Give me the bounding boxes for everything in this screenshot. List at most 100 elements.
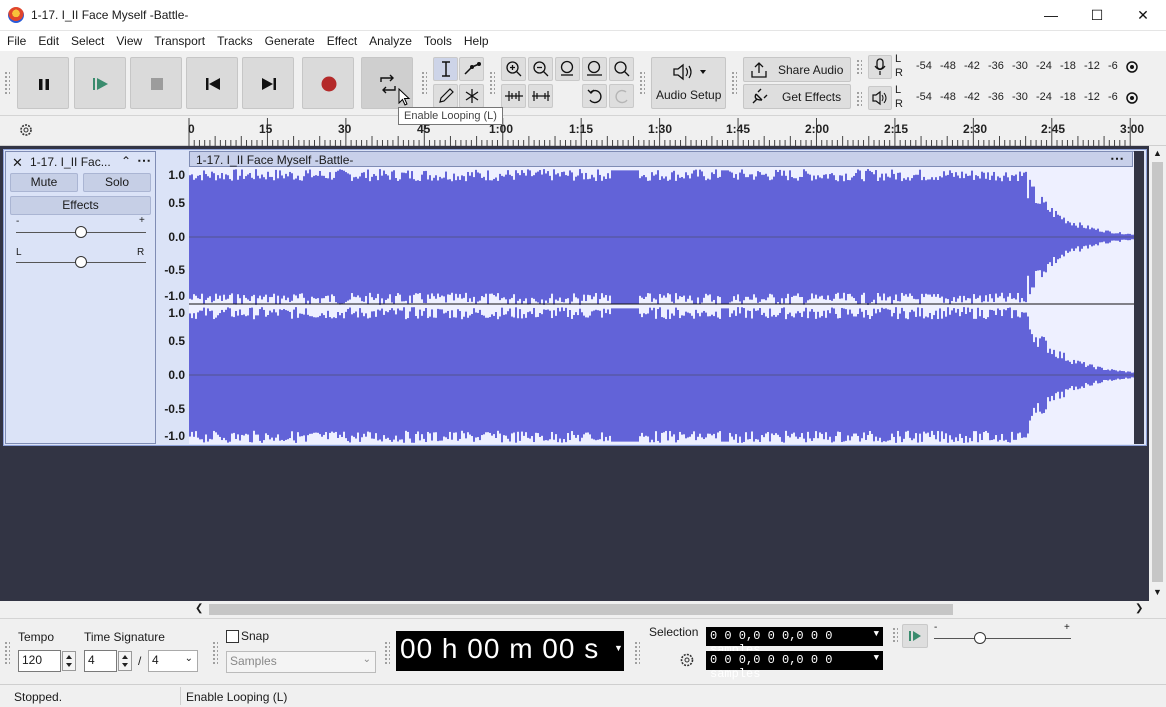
menu-select[interactable]: Select <box>64 31 109 48</box>
time-grip[interactable] <box>384 641 390 665</box>
selection-end-field[interactable]: 0 0 0,0 0 0,0 0 0 samples ▼ <box>706 651 883 681</box>
selection-tool-button[interactable] <box>433 57 458 81</box>
fit-project-button[interactable] <box>582 57 607 81</box>
speed-slider-track[interactable] <box>934 638 1071 639</box>
skip-to-start-button[interactable] <box>186 57 238 109</box>
timeline-settings-icon[interactable] <box>18 122 34 138</box>
tools-grip[interactable] <box>421 71 427 95</box>
time-format-menu-icon[interactable]: ▼ <box>614 643 623 653</box>
undo-button[interactable] <box>582 84 607 108</box>
play-button[interactable] <box>74 57 126 109</box>
gain-slider-thumb[interactable] <box>75 226 87 238</box>
menu-help[interactable]: Help <box>457 31 494 48</box>
playback-meter-button[interactable] <box>868 86 892 110</box>
selection-grip[interactable] <box>634 641 640 665</box>
menu-file[interactable]: File <box>0 31 31 48</box>
audio-setup-button[interactable]: Audio Setup <box>651 57 726 109</box>
track-menu-icon[interactable]: ⋯ <box>137 152 151 169</box>
record-meter-button[interactable] <box>868 55 892 79</box>
scroll-left-icon[interactable]: ❮ <box>195 603 203 614</box>
zoom-in-button[interactable] <box>501 57 526 81</box>
redo-button[interactable] <box>609 84 634 108</box>
play-speed-grip[interactable] <box>892 627 898 643</box>
trim-audio-button[interactable] <box>501 84 526 108</box>
draw-tool-button[interactable] <box>433 84 458 108</box>
record-button[interactable] <box>302 57 354 109</box>
play-meter-grip[interactable] <box>856 91 862 107</box>
menu-effect[interactable]: Effect <box>320 31 362 48</box>
tempo-input[interactable]: 120 <box>18 650 61 672</box>
menu-tools[interactable]: Tools <box>417 31 457 48</box>
playback-meter[interactable]: -54 -48 -42 -36 -30 -24 -18 -12 -6 <box>904 86 1122 110</box>
share-grip[interactable] <box>731 71 737 95</box>
time-display[interactable]: 00 h 00 m 00 s <box>396 631 624 671</box>
stop-button[interactable] <box>130 57 182 109</box>
pan-slider-thumb[interactable] <box>75 256 87 268</box>
scroll-down-icon[interactable]: ▼ <box>1153 587 1162 597</box>
zoom-toggle-button[interactable] <box>609 57 634 81</box>
fit-selection-button[interactable] <box>555 57 580 81</box>
horizontal-scroll-thumb[interactable] <box>209 604 953 615</box>
track-name[interactable]: 1-17. I_II Fac... <box>30 155 111 169</box>
pause-button[interactable] <box>17 57 69 109</box>
scroll-up-icon[interactable]: ▲ <box>1153 148 1162 158</box>
maximize-icon[interactable]: ☐ <box>1074 0 1120 31</box>
speed-slider-thumb[interactable] <box>974 632 986 644</box>
selection-format-icon[interactable]: ▼ <box>874 653 879 663</box>
snap-unit-select[interactable]: Samples ⌄ <box>226 651 376 673</box>
menu-view[interactable]: View <box>109 31 147 48</box>
get-effects-button[interactable]: Get Effects <box>743 84 851 109</box>
numerator-stepper[interactable] <box>118 651 132 671</box>
menu-transport[interactable]: Transport <box>147 31 210 48</box>
selection-start-field[interactable]: 0 0 0,0 0 0,0 0 0 samples ▼ <box>706 627 883 657</box>
menu-edit[interactable]: Edit <box>31 31 64 48</box>
effects-button[interactable]: Effects <box>10 196 151 215</box>
meter-tick: -24 <box>1036 60 1052 72</box>
recording-meter[interactable]: -54 -48 -42 -36 -30 -24 -18 -12 -6 <box>904 55 1122 79</box>
selection-format-icon[interactable]: ▼ <box>874 629 879 639</box>
snap-unit-value: Samples <box>230 654 277 668</box>
vertical-scrollbar[interactable]: ▲ ▼ <box>1149 146 1166 601</box>
menu-analyze[interactable]: Analyze <box>362 31 417 48</box>
solo-button[interactable]: Solo <box>83 173 151 192</box>
zoom-out-button[interactable] <box>528 57 553 81</box>
multi-tool-button[interactable] <box>459 84 484 108</box>
menu-generate[interactable]: Generate <box>258 31 320 48</box>
share-audio-button[interactable]: Share Audio <box>743 57 851 82</box>
menu-tracks[interactable]: Tracks <box>210 31 258 48</box>
envelope-tool-button[interactable] <box>459 57 484 81</box>
tempo-stepper[interactable] <box>62 651 76 671</box>
clip-menu-icon[interactable]: ⋯ <box>1110 150 1124 167</box>
snap-checkbox[interactable] <box>226 630 239 643</box>
meter-options-icon[interactable] <box>1124 59 1140 75</box>
silence-audio-button[interactable] <box>528 84 553 108</box>
time-signature-numerator[interactable]: 4 <box>84 650 117 672</box>
vertical-scroll-thumb[interactable] <box>1152 162 1163 582</box>
close-icon[interactable]: ✕ <box>1120 0 1166 31</box>
zoom-fit-icon <box>586 60 602 76</box>
collapse-track-icon[interactable]: ⌃ <box>121 154 131 168</box>
play-at-speed-button[interactable] <box>902 624 928 648</box>
tempo-grip[interactable] <box>4 641 10 665</box>
time-signature-denominator[interactable]: 4 ⌄ <box>148 650 198 672</box>
snap-grip[interactable] <box>212 641 218 665</box>
asterisk-icon <box>465 89 478 103</box>
toolbar-grip[interactable] <box>4 71 10 95</box>
timeline-ruler[interactable]: 0 15 30 45 1:00 1:15 1:30 1:45 2:00 2:15… <box>0 116 1166 146</box>
minimize-icon[interactable]: — <box>1028 0 1074 31</box>
scroll-right-icon[interactable]: ❯ <box>1135 603 1143 614</box>
rec-meter-grip[interactable] <box>856 59 862 75</box>
skip-to-end-button[interactable] <box>242 57 294 109</box>
get-effects-label: Get Effects <box>782 90 842 104</box>
selection-settings-icon[interactable] <box>678 651 696 669</box>
track-control-panel[interactable]: ✕ 1-17. I_II Fac... ⌃ ⋯ Mute Solo Effect… <box>5 151 156 444</box>
mute-button[interactable]: Mute <box>10 173 78 192</box>
ruler-label: 3:00 <box>1120 122 1145 136</box>
horizontal-scrollbar[interactable]: ❮ ❯ <box>189 601 1149 618</box>
waveform-clip[interactable] <box>189 151 1135 444</box>
meter-options-icon[interactable] <box>1124 90 1140 106</box>
clip-header[interactable]: 1-17. I_II Face Myself -Battle- ⋯ <box>189 150 1133 167</box>
audio-setup-grip[interactable] <box>639 71 645 95</box>
edit-grip[interactable] <box>489 71 495 95</box>
close-track-icon[interactable]: ✕ <box>12 155 23 171</box>
